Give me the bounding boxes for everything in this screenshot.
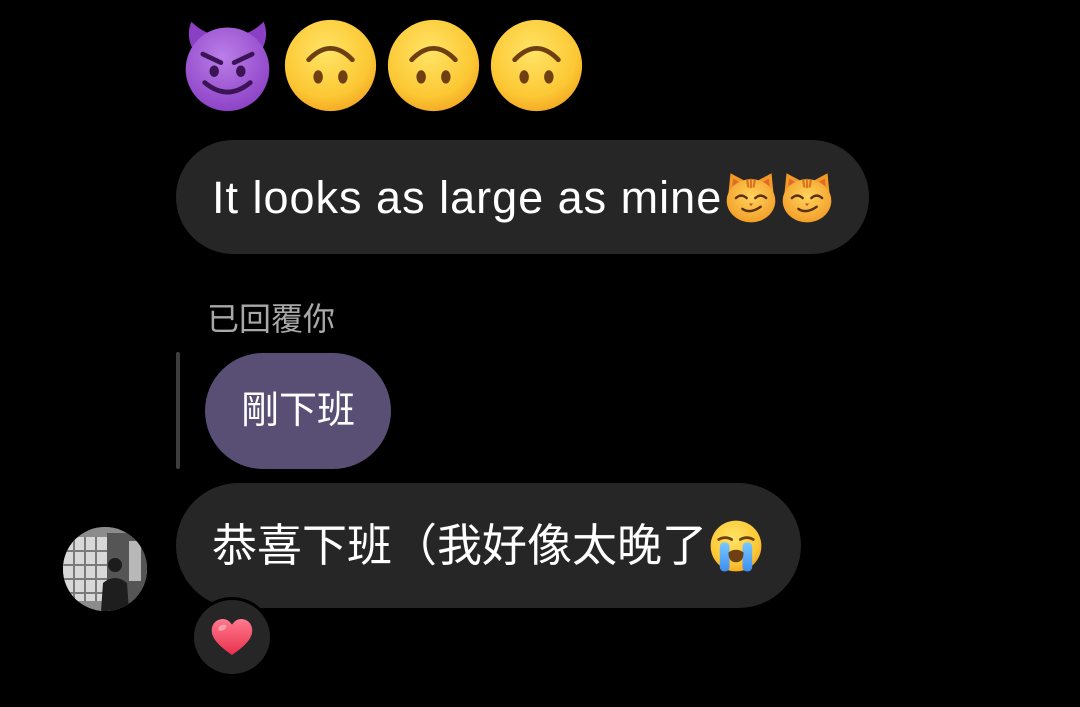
message-text: It looks as large as mine [212,171,723,223]
message-bubble[interactable]: 恭喜下班（我好像太晚了 [176,483,802,608]
message-bubble[interactable]: It looks as large as mine [176,140,870,254]
reply-quote-line [176,352,180,469]
profile-photo-icon [63,527,147,611]
quoted-message-bubble[interactable]: 剛下班 [205,353,392,469]
emoji-message[interactable] [180,18,584,113]
upside-down-face-icon [283,18,378,113]
grinning-cat-icon [780,170,834,224]
red-heart-icon [210,617,254,657]
sender-avatar[interactable] [63,527,147,611]
heart-reaction[interactable] [191,597,273,677]
message-text: 恭喜下班（我好像太晚了 [212,520,708,571]
reply-label: 已回覆你 [207,301,336,337]
upside-down-face-icon [386,18,481,113]
grinning-cat-icon [724,170,778,224]
upside-down-face-icon [489,18,584,113]
smiling-face-with-horns-icon [180,18,275,113]
quoted-message-text: 剛下班 [241,390,356,432]
loudly-crying-face-icon [709,519,763,573]
chat-thread: It looks as large as mine 已回覆你 剛下班 恭喜下班（… [0,0,1080,707]
